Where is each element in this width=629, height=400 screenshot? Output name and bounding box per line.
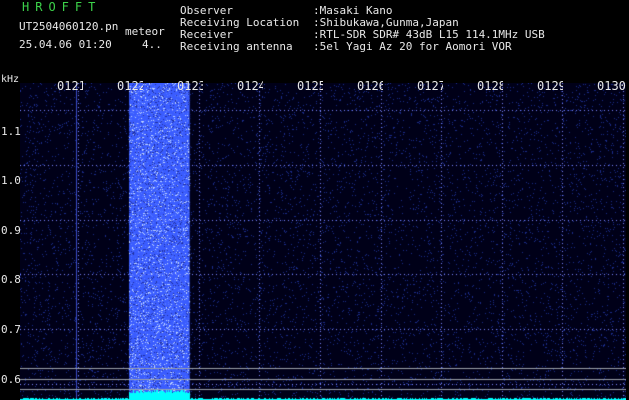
time-tick-label: 0124 bbox=[237, 80, 263, 92]
file-tag: meteor bbox=[125, 25, 165, 38]
time-tick-label: 0130 bbox=[597, 80, 626, 92]
frequency-tick-label: 0.8 bbox=[1, 273, 21, 286]
time-tick-label: 0128 bbox=[477, 80, 503, 92]
frequency-tick-label: 0.6 bbox=[1, 373, 21, 386]
time-tick-label: 0125 bbox=[297, 80, 323, 92]
time-tick-label: 0122 bbox=[117, 80, 143, 92]
app-name: HROFFT bbox=[22, 0, 102, 14]
frequency-tick-label: 0.9 bbox=[1, 224, 21, 237]
time-tick-label: 0127 bbox=[417, 80, 443, 92]
frequency-tick-label: 1.1 bbox=[1, 125, 21, 138]
hrofft-window: HROFFT UT2504060120.pn meteor 25.04.06 0… bbox=[0, 0, 629, 400]
time-tick-label: 0121 bbox=[57, 80, 83, 92]
file-name: UT2504060120.pn bbox=[19, 20, 119, 33]
aux-value: 4.. bbox=[142, 38, 162, 51]
time-tick-label: 0126 bbox=[357, 80, 383, 92]
antenna-label: Receiving antenna bbox=[180, 40, 293, 53]
frequency-tick-label: 0.7 bbox=[1, 323, 21, 336]
antenna-value: :5el Yagi Az 20 for Aomori VOR bbox=[313, 40, 512, 53]
time-tick-label: 0129 bbox=[537, 80, 563, 92]
frequency-unit-label: kHz bbox=[1, 74, 20, 85]
frequency-tick-label: 1.0 bbox=[1, 174, 21, 187]
time-tick-label: 0123 bbox=[177, 80, 203, 92]
spectrogram-canvas bbox=[20, 83, 626, 400]
capture-datetime: 25.04.06 01:20 bbox=[19, 38, 112, 51]
